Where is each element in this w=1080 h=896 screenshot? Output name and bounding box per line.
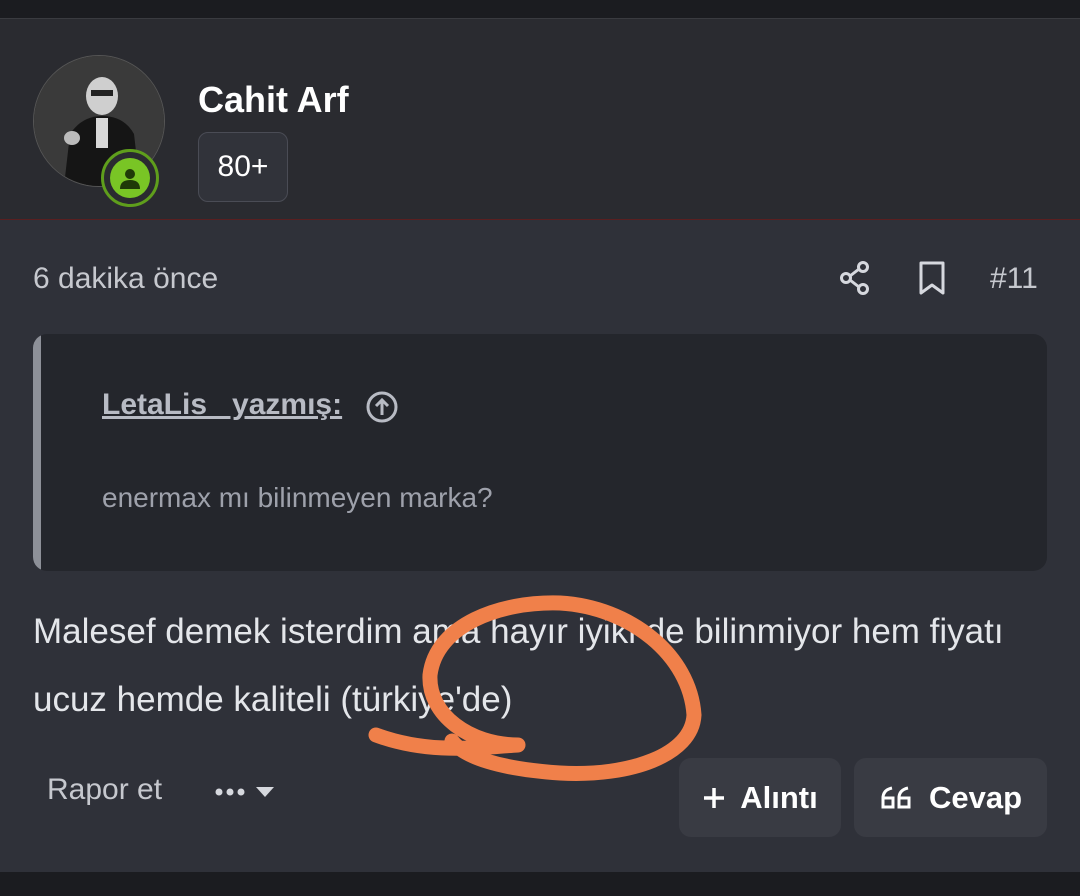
bottom-strip bbox=[0, 872, 1080, 896]
avatar-container[interactable] bbox=[33, 55, 165, 207]
username[interactable]: Cahit Arf bbox=[198, 79, 349, 121]
arrow-up-circle-icon[interactable] bbox=[365, 390, 399, 424]
quote-button[interactable]: Alıntı bbox=[679, 758, 841, 837]
top-strip bbox=[0, 0, 1080, 18]
quote-button-label: Alıntı bbox=[740, 779, 818, 815]
online-dot bbox=[110, 158, 150, 198]
online-status-indicator bbox=[101, 149, 159, 207]
share-icon[interactable] bbox=[838, 258, 872, 298]
ellipsis-icon bbox=[215, 788, 245, 796]
user-icon bbox=[120, 169, 140, 189]
quote-text: enermax mı bilinmeyen marka? bbox=[102, 482, 493, 513]
more-options-menu[interactable] bbox=[213, 778, 283, 808]
reply-button[interactable]: Cevap bbox=[854, 758, 1047, 837]
quote-block: LetaLis_ yazmış: enermax mı bilinmeyen m… bbox=[33, 334, 1047, 571]
chevron-down-icon bbox=[256, 787, 274, 797]
quote-bar bbox=[33, 334, 41, 571]
plus-icon bbox=[704, 787, 725, 808]
post-body: 6 dakika önce #11 LetaLis_ yazmış: enerm… bbox=[0, 220, 1080, 872]
user-header: Cahit Arf 80+ bbox=[0, 18, 1080, 221]
post-message: Malesef demek isterdim ama hayır iyiki d… bbox=[33, 612, 1004, 719]
user-badge: 80+ bbox=[198, 132, 288, 202]
report-link[interactable]: Rapor et bbox=[47, 773, 162, 807]
quote-author-link[interactable]: LetaLis_ yazmış: bbox=[102, 388, 342, 422]
reply-button-label: Cevap bbox=[928, 779, 1023, 815]
quote-marks-icon bbox=[881, 786, 911, 808]
post-number[interactable]: #11 bbox=[990, 262, 1038, 296]
post-timestamp[interactable]: 6 dakika önce bbox=[33, 262, 218, 296]
bookmark-icon[interactable] bbox=[915, 258, 949, 298]
